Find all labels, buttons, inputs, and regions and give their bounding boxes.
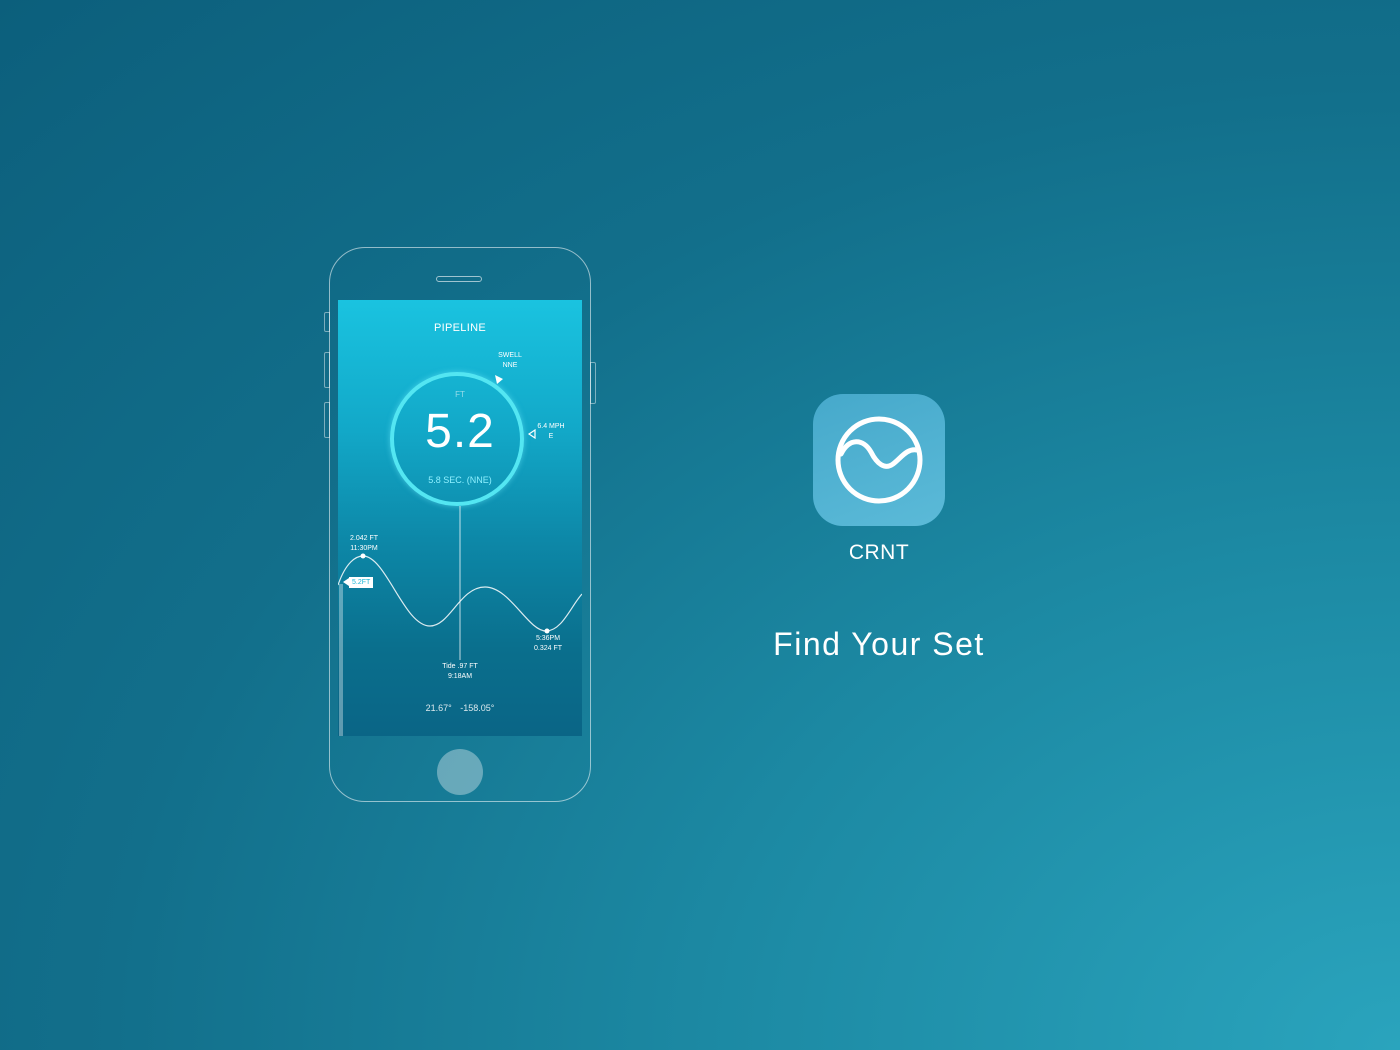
tide-now-time: 9:18AM: [447, 673, 473, 680]
power-button: [590, 362, 596, 404]
app-icon[interactable]: [813, 394, 945, 526]
home-button[interactable]: [437, 749, 483, 795]
wave-circle-icon: [835, 416, 923, 504]
wave-height-value: 5.2: [425, 405, 495, 458]
tide-low-point[interactable]: [544, 628, 550, 634]
coordinates: 21.67° -158.05°: [338, 703, 582, 713]
volume-up-button: [324, 352, 330, 388]
tide-low-label: 5:36PM 0.324 FT: [524, 634, 572, 654]
swell-marker-icon: [495, 375, 503, 384]
app-screen: PIPELINE SWELL NNE 6.4 MPH E FT 5.2 5.8 …: [338, 300, 582, 736]
swell-period: 5.8 SEC. (NNE): [428, 475, 492, 485]
tide-low-time: 5:36PM: [535, 635, 561, 642]
tide-low-height: 0.324 FT: [533, 645, 562, 652]
speaker-grille: [436, 276, 482, 282]
mute-switch: [324, 312, 330, 332]
tide-level-bar: [339, 584, 343, 736]
tide-now-title: Tide: [442, 663, 456, 670]
tide-now-height: .97 FT: [457, 663, 478, 670]
current-tide-tag: 5.2FT: [349, 577, 374, 588]
tagline: Find Your Set: [773, 626, 985, 662]
height-unit: FT: [455, 390, 465, 399]
tide-high-time: 11:30PM: [350, 545, 378, 552]
app-name: CRNT: [848, 541, 910, 564]
longitude: -158.05°: [460, 703, 495, 713]
tide-high-height: 2.042 FT: [349, 535, 378, 542]
tide-high-point[interactable]: [360, 553, 366, 559]
latitude: 21.67°: [425, 703, 452, 713]
volume-down-button: [324, 402, 330, 438]
tide-high-label: 2.042 FT 11:30PM: [338, 534, 390, 554]
tide-now-label: Tide .97 FT 9:18AM: [430, 662, 490, 682]
